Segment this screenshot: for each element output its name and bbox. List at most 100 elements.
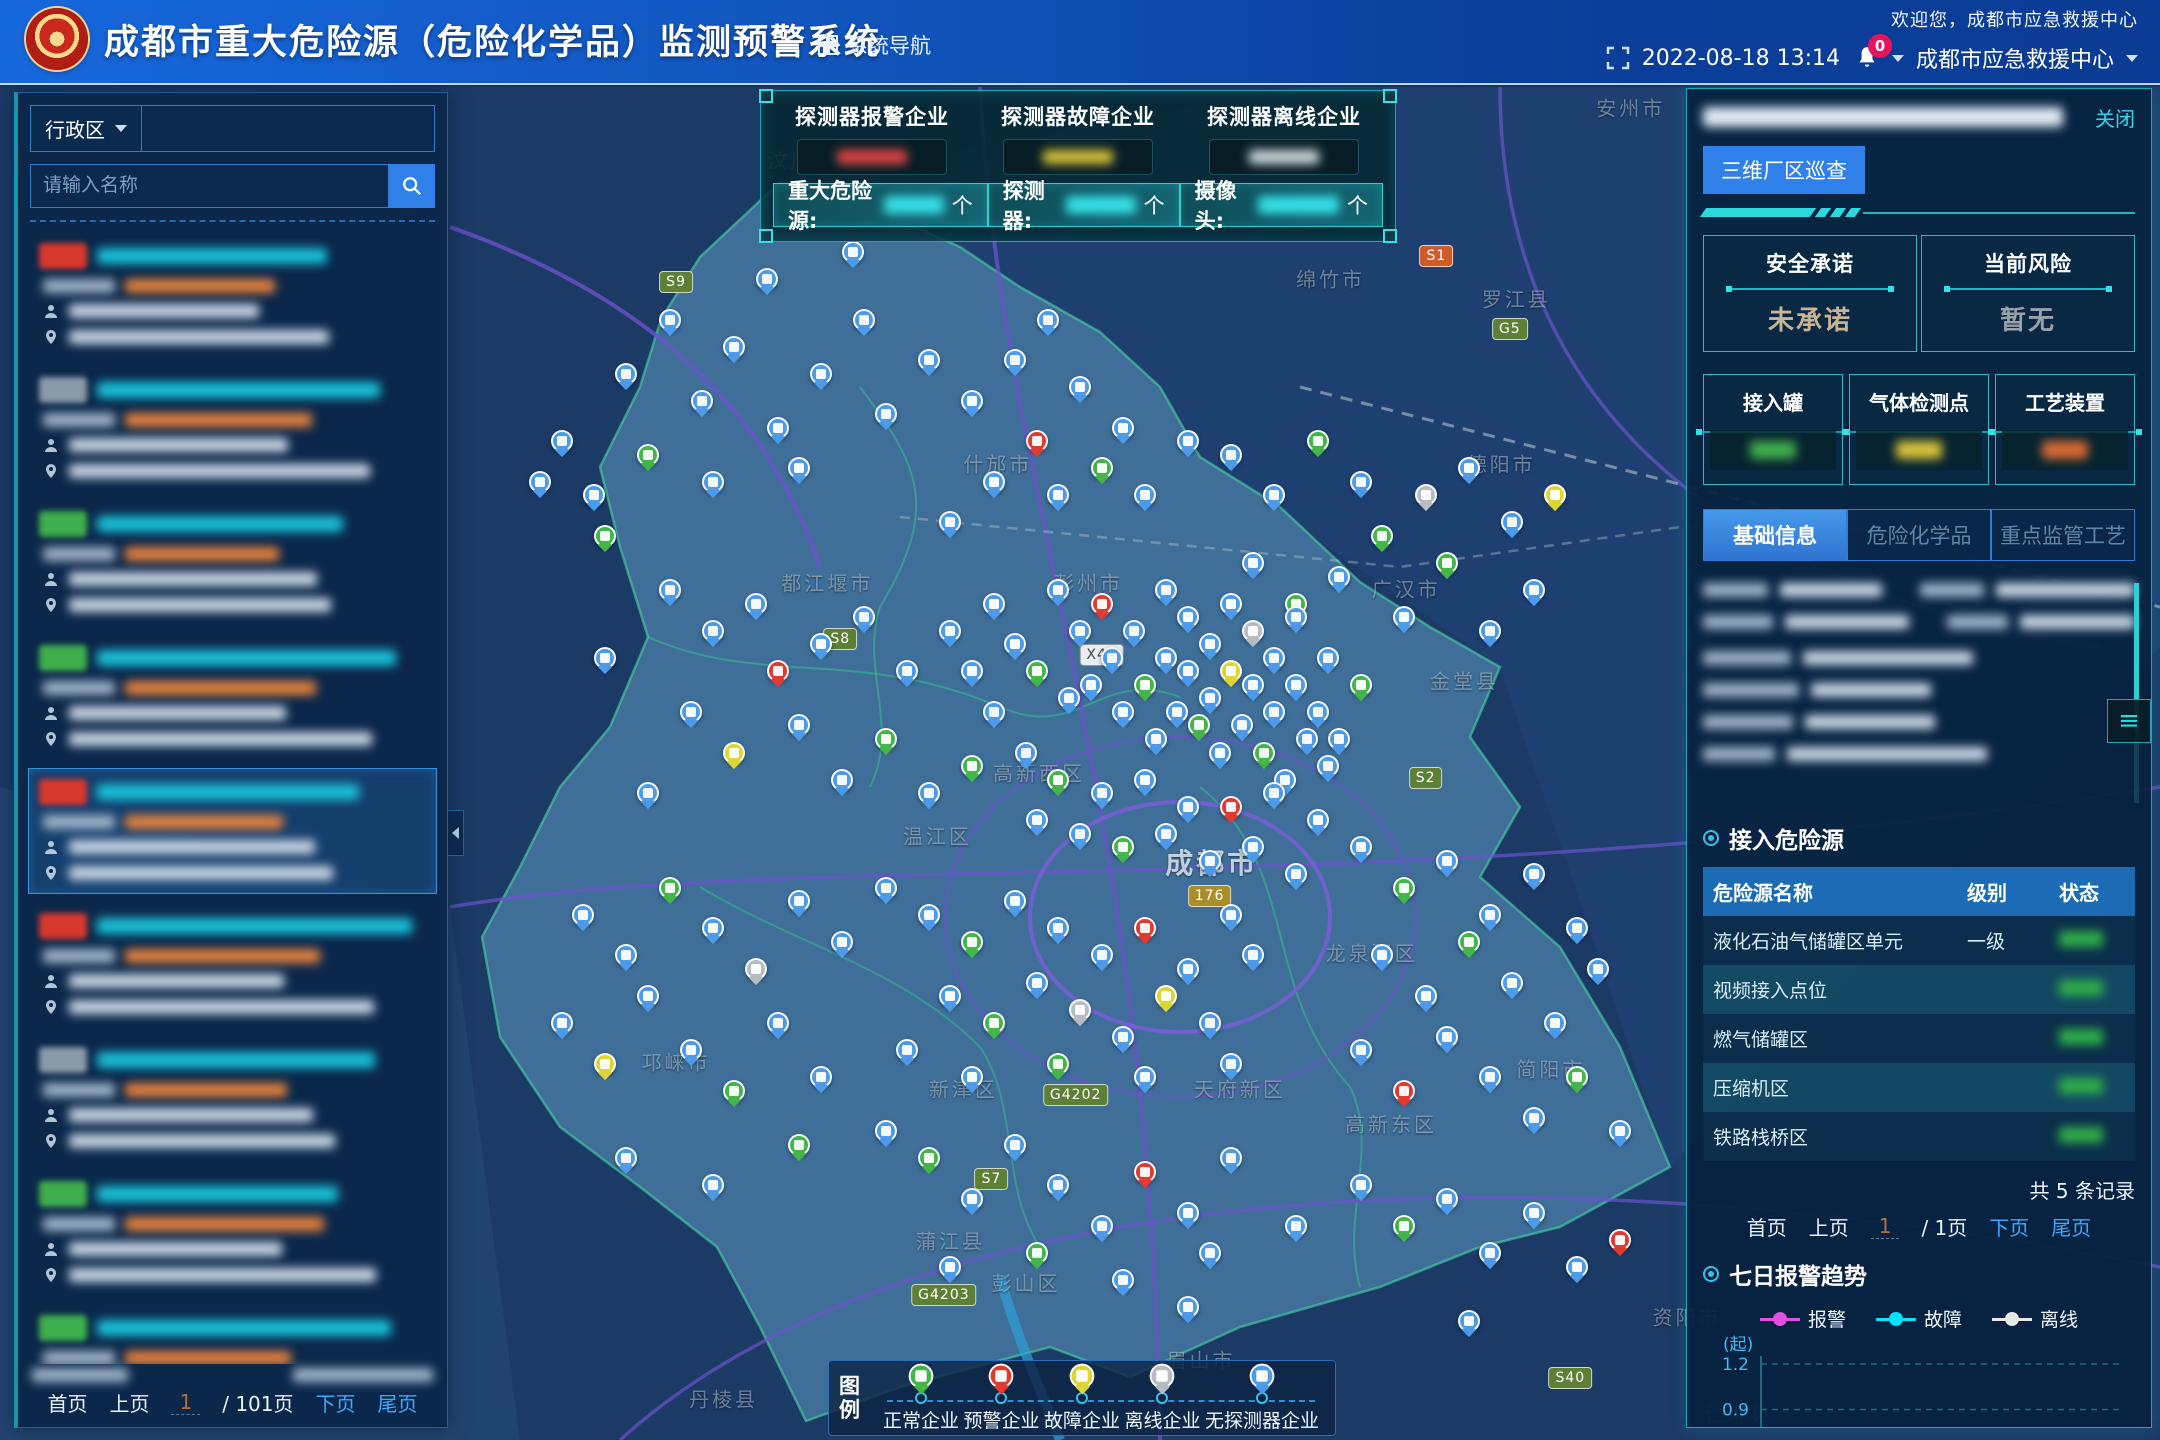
map-pin[interactable] [1177,1202,1199,1224]
map-pin[interactable] [637,985,659,1007]
map-pin[interactable] [1220,796,1242,818]
region-select[interactable]: 行政区 [30,105,142,152]
map-pin[interactable] [788,890,810,912]
map-pin[interactable] [637,444,659,466]
map-pin[interactable] [896,660,918,682]
page-prev[interactable]: 上页 [1809,1212,1849,1241]
map-pin[interactable] [961,755,983,777]
map-pin[interactable] [1047,1174,1069,1196]
map-pin[interactable] [1091,782,1113,804]
map-pin[interactable] [1047,769,1069,791]
map-pin[interactable] [1566,1066,1588,1088]
map-pin[interactable] [723,1080,745,1102]
map-pin[interactable] [1458,457,1480,479]
search-button[interactable] [389,164,435,208]
map-pin[interactable] [1091,1215,1113,1237]
map-pin[interactable] [1220,660,1242,682]
panel-scrollbar[interactable] [2134,583,2139,803]
map-pin[interactable] [572,904,594,926]
map-pin[interactable] [1371,944,1393,966]
map-pin[interactable] [1004,890,1026,912]
map-pin[interactable] [1479,620,1501,642]
map-pin[interactable] [1479,1066,1501,1088]
map-pin[interactable] [1047,579,1069,601]
page-first[interactable]: 首页 [1747,1212,1787,1241]
map-pin[interactable] [1112,1269,1134,1291]
page-number-input[interactable]: 1 [171,1390,200,1415]
map-pin[interactable] [1134,917,1156,939]
map-pin[interactable] [1253,742,1275,764]
map-pin[interactable] [810,633,832,655]
chevron-down-icon[interactable] [2126,55,2138,62]
map-pin[interactable] [1004,349,1026,371]
map-pin[interactable] [594,525,616,547]
map-pin[interactable] [788,714,810,736]
map-pin[interactable] [1479,904,1501,926]
map-pin[interactable] [1091,457,1113,479]
map-pin[interactable] [1199,1242,1221,1264]
map-pin[interactable] [1220,1147,1242,1169]
map-pin[interactable] [875,1120,897,1142]
map-pin[interactable] [1285,674,1307,696]
map-pin[interactable] [983,593,1005,615]
map-pin[interactable] [1350,674,1372,696]
map-pin[interactable] [745,593,767,615]
map-pin[interactable] [1155,647,1177,669]
map-pin[interactable] [1069,376,1091,398]
plant-3d-tour-button[interactable]: 三维厂区巡查 [1703,146,1865,194]
fullscreen-icon[interactable] [1606,46,1630,70]
map-pin[interactable] [691,390,713,412]
map-pin[interactable] [1317,755,1339,777]
map-pin[interactable] [1328,728,1350,750]
map-pin[interactable] [875,877,897,899]
map-pin[interactable] [1231,714,1253,736]
table-row[interactable]: 铁路栈桥区 [1703,1112,2135,1161]
map-pin[interactable] [702,1174,724,1196]
map-pin[interactable] [1307,809,1329,831]
close-button[interactable]: 关闭 [2095,103,2135,132]
tab-active[interactable]: 基础信息 [1703,509,1847,561]
map-pin[interactable] [918,782,940,804]
map-pin[interactable] [594,647,616,669]
map-pin[interactable] [1479,1242,1501,1264]
map-pin[interactable] [1188,714,1210,736]
enterprise-list-item[interactable] [28,366,437,492]
map-pin[interactable] [1544,1012,1566,1034]
map-pin[interactable] [1199,850,1221,872]
map-pin[interactable] [918,1147,940,1169]
map-pin[interactable] [1177,1296,1199,1318]
map-pin[interactable] [1112,1026,1134,1048]
map-pin[interactable] [1134,674,1156,696]
page-next[interactable]: 下页 [1989,1212,2029,1241]
map-pin[interactable] [1134,769,1156,791]
map-pin[interactable] [875,403,897,425]
map-pin[interactable] [1436,850,1458,872]
map-pin[interactable] [1026,809,1048,831]
map-pin[interactable] [1393,1215,1415,1237]
map-pin[interactable] [1199,633,1221,655]
map-pin[interactable] [594,1053,616,1075]
map-pin[interactable] [810,363,832,385]
table-row[interactable]: 液化石油气储罐区单元一级 [1703,916,2135,965]
map-pin[interactable] [1609,1120,1631,1142]
map-pin[interactable] [1134,1066,1156,1088]
map-pin[interactable] [1145,728,1167,750]
map-pin[interactable] [1220,904,1242,926]
map-pin[interactable] [1350,471,1372,493]
map-pin[interactable] [875,728,897,750]
map-pin[interactable] [583,484,605,506]
map-pin[interactable] [1134,484,1156,506]
map-pin[interactable] [1026,430,1048,452]
map-pin[interactable] [702,471,724,493]
map-pin[interactable] [983,1012,1005,1034]
enterprise-list-item[interactable] [28,1170,437,1296]
map-pin[interactable] [1242,836,1264,858]
map-pin[interactable] [1523,1202,1545,1224]
map-pin[interactable] [1328,566,1350,588]
map-pin[interactable] [896,1039,918,1061]
map-pin[interactable] [723,742,745,764]
map-pin[interactable] [551,1012,573,1034]
map-pin[interactable] [1123,620,1145,642]
enterprise-list-item[interactable] [28,634,437,760]
map-pin[interactable] [1177,796,1199,818]
